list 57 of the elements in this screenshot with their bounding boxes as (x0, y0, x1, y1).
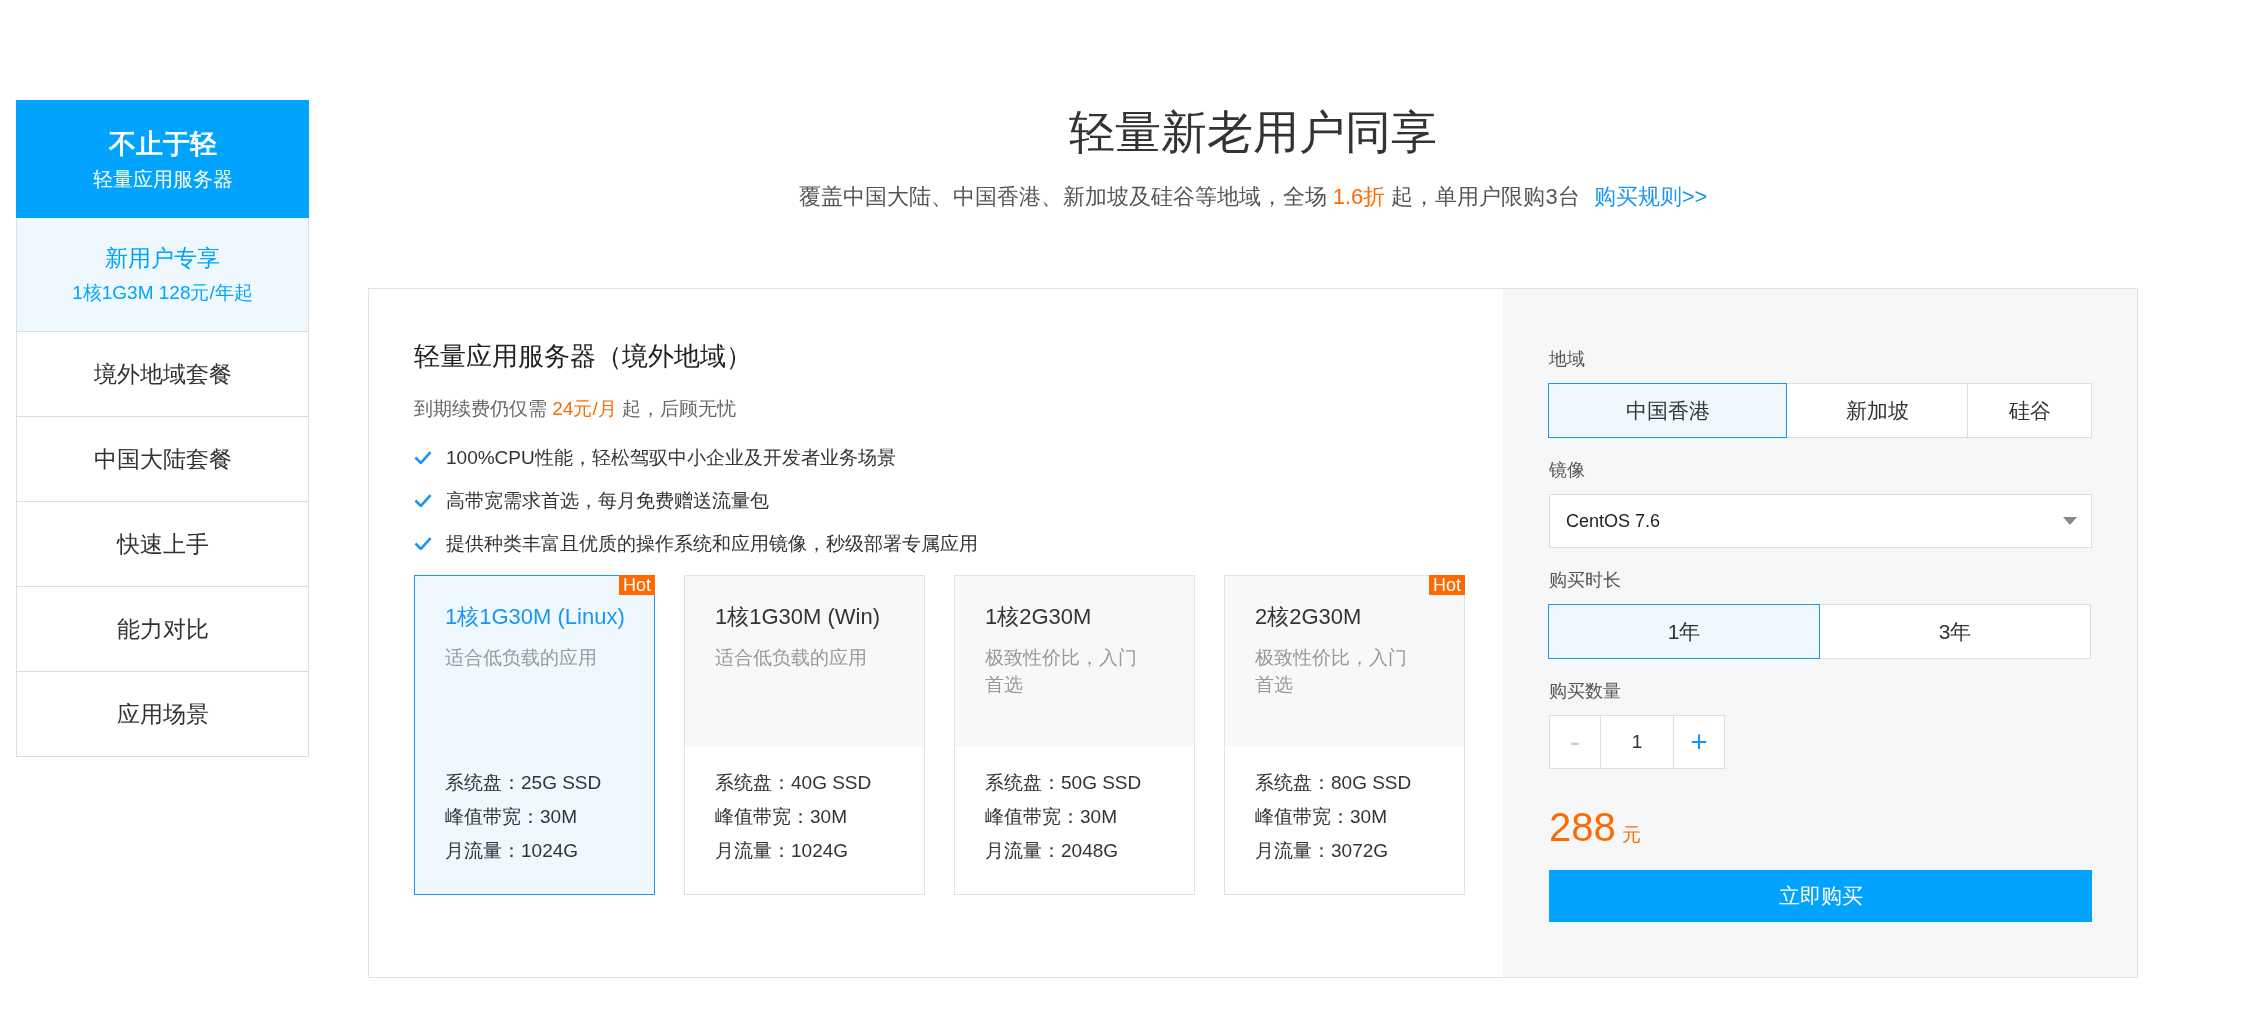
plan-spec: 月流量：1024G (445, 839, 580, 863)
hot-badge: Hot (1429, 575, 1465, 595)
plan-description: 适合低负载的应用 (715, 646, 868, 670)
region-label: 地域 (1549, 348, 1586, 371)
plan-spec: 系统盘：80G SSD (1255, 771, 1413, 795)
sidebar-item[interactable]: 中国大陆套餐 (16, 417, 309, 502)
price-currency: 元 (1621, 823, 1641, 847)
plan-spec: 峰值带宽：30M (445, 805, 578, 829)
dropdown-caret-icon (2063, 517, 2077, 525)
plan-card[interactable]: 1核1G30M (Win) 适合低负载的应用 系统盘：40G SSD 峰值带宽：30M 月流量：1024G (684, 575, 925, 895)
renewal-note: 到期续费仍仅需 24元/月 起，后顾无忧 (414, 397, 737, 421)
banner-title: 不止于轻 (108, 127, 217, 161)
region-option[interactable]: 硅谷 (1967, 383, 2092, 438)
region-option[interactable]: 新加坡 (1786, 383, 1968, 438)
check-icon (414, 451, 432, 464)
quantity-field[interactable]: 1 (1601, 715, 1673, 769)
plan-spec: 峰值带宽：30M (715, 805, 848, 829)
feature-text: 高带宽需求首选，每月免费赠送流量包 (446, 488, 769, 513)
plan-spec: 月流量：3072G (1255, 839, 1390, 863)
sidebar-item[interactable]: 境外地域套餐 (16, 332, 309, 417)
check-icon (414, 537, 432, 550)
plan-spec: 月流量：1024G (715, 839, 850, 863)
plan-spec: 峰值带宽：30M (1255, 805, 1388, 829)
hot-badge: Hot (619, 575, 655, 595)
plan-name: 1核2G30M (985, 603, 1093, 631)
sidebar-item[interactable]: 应用场景 (16, 672, 309, 757)
image-label: 镜像 (1549, 459, 1586, 482)
plan-spec: 系统盘：25G SSD (445, 771, 603, 795)
check-icon (414, 494, 432, 507)
sidebar-item[interactable]: 快速上手 (16, 502, 309, 587)
plan-spec: 系统盘：50G SSD (985, 771, 1143, 795)
plan-spec: 峰值带宽：30M (985, 805, 1118, 829)
feature-text: 100%CPU性能，轻松驾驭中小企业及开发者业务场景 (446, 445, 896, 470)
plan-description: 极致性价比，入门首选 (985, 646, 1138, 697)
plan-description: 极致性价比，入门首选 (1255, 646, 1408, 697)
page-title: 轻量新老用户同享 (1068, 105, 1438, 160)
duration-option[interactable]: 1年 (1548, 604, 1820, 659)
plan-name: 2核2G30M (1255, 603, 1363, 631)
plan-spec: 系统盘：40G SSD (715, 771, 873, 795)
sidebar-item[interactable]: 能力对比 (16, 587, 309, 672)
banner-subtitle: 轻量应用服务器 (92, 166, 233, 192)
duration-option[interactable]: 3年 (1819, 604, 2091, 659)
duration-label: 购买时长 (1549, 569, 1622, 592)
plan-description: 适合低负载的应用 (445, 646, 598, 670)
plan-card[interactable]: 1核2G30M 极致性价比，入门首选 系统盘：50G SSD 峰值带宽：30M 月流量：2048G (954, 575, 1195, 895)
plan-card[interactable]: Hot 1核1G30M (Linux) 适合低负载的应用 系统盘：25G SSD 峰值带宽：30M 月流量：1024G (414, 575, 655, 895)
price-amount: 288 (1549, 805, 1616, 850)
plan-name: 1核1G30M (Win) (715, 603, 880, 631)
quantity-label: 购买数量 (1549, 680, 1622, 703)
plan-card[interactable]: Hot 2核2G30M 极致性价比，入门首选 系统盘：80G SSD 峰值带宽：30M 月流量：3072G (1224, 575, 1465, 895)
page-subtitle: 覆盖中国大陆、中国香港、新加坡及硅谷等地域，全场 1.6折 起，单用户限购3台 (798, 183, 1580, 211)
plan-name: 1核1G30M (Linux) (445, 603, 626, 631)
product-title: 轻量应用服务器（境外地域） (414, 340, 753, 373)
image-select[interactable]: CentOS 7.6 (1549, 494, 2092, 548)
region-option[interactable]: 中国香港 (1548, 383, 1787, 438)
feature-text: 提供种类丰富且优质的操作系统和应用镜像，秒级部署专属应用 (446, 531, 978, 556)
plan-spec: 月流量：2048G (985, 839, 1120, 863)
